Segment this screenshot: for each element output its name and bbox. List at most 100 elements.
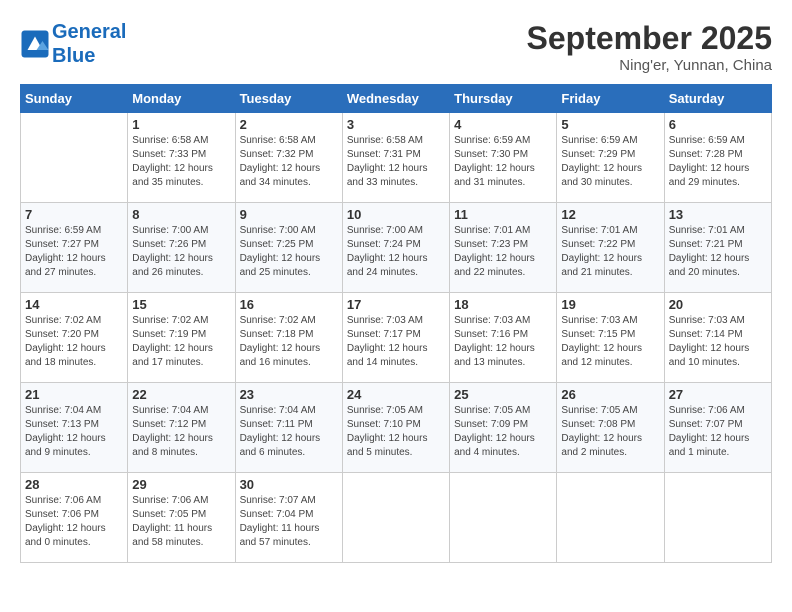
calendar-cell: 8 Sunrise: 7:00 AM Sunset: 7:26 PM Daylig… (128, 203, 235, 293)
location-subtitle: Ning'er, Yunnan, China (527, 57, 772, 74)
calendar-cell: 1Sunrise: 6:58 AM Sunset: 7:33 PM Daylig… (128, 113, 235, 203)
day-number: 10 (347, 207, 445, 222)
title-area: September 2025 Ning'er, Yunnan, China (527, 20, 772, 74)
day-number: 29 (132, 477, 230, 492)
calendar-cell: 19Sunrise: 7:03 AM Sunset: 7:15 PM Dayli… (557, 293, 664, 383)
day-number: 24 (347, 387, 445, 402)
calendar-cell: 30Sunrise: 7:07 AM Sunset: 7:04 PM Dayli… (235, 473, 342, 563)
calendar-cell: 14Sunrise: 7:02 AM Sunset: 7:20 PM Dayli… (21, 293, 128, 383)
calendar-week-5: 28 Sunrise: 7:06 AM Sunset: 7:06 PM Dayli… (21, 473, 772, 563)
calendar-cell: 28 Sunrise: 7:06 AM Sunset: 7:06 PM Dayli… (21, 473, 128, 563)
page-header: General Blue September 2025 Ning'er, Yun… (20, 20, 772, 74)
calendar-cell (450, 473, 557, 563)
day-info: Sunrise: 7:06 AM Sunset: 7:07 PM Dayligh… (669, 404, 767, 460)
calendar-cell: 17 Sunrise: 7:03 AM Sunset: 7:17 PM Dayli… (342, 293, 449, 383)
day-number: 14 (25, 297, 123, 312)
calendar-cell: 3 Sunrise: 6:58 AM Sunset: 7:31 PM Daylig… (342, 113, 449, 203)
day-number: 18 (454, 297, 552, 312)
day-info: Sunrise: 7:06 AM Sunset: 7:05 PM Dayligh… (132, 494, 230, 550)
logo-text: General Blue (52, 20, 126, 68)
calendar-cell: 13 Sunrise: 7:01 AM Sunset: 7:21 PM Dayli… (664, 203, 771, 293)
calendar-cell (557, 473, 664, 563)
calendar-week-2: 7 Sunrise: 6:59 AM Sunset: 7:27 PM Daylig… (21, 203, 772, 293)
calendar-cell: 12Sunrise: 7:01 AM Sunset: 7:22 PM Dayli… (557, 203, 664, 293)
day-info: Sunrise: 7:05 AM Sunset: 7:08 PM Dayligh… (561, 404, 659, 460)
calendar-cell: 26 Sunrise: 7:05 AM Sunset: 7:08 PM Dayli… (557, 383, 664, 473)
day-number: 21 (25, 387, 123, 402)
calendar-week-1: 1Sunrise: 6:58 AM Sunset: 7:33 PM Daylig… (21, 113, 772, 203)
logo-blue: Blue (52, 44, 126, 68)
day-number: 13 (669, 207, 767, 222)
day-number: 11 (454, 207, 552, 222)
day-info: Sunrise: 7:07 AM Sunset: 7:04 PM Dayligh… (240, 494, 338, 550)
day-number: 3 (347, 117, 445, 132)
day-number: 7 (25, 207, 123, 222)
calendar-cell: 20Sunrise: 7:03 AM Sunset: 7:14 PM Dayli… (664, 293, 771, 383)
day-number: 8 (132, 207, 230, 222)
day-number: 17 (347, 297, 445, 312)
calendar-cell (21, 113, 128, 203)
calendar-cell: 10Sunrise: 7:00 AM Sunset: 7:24 PM Dayli… (342, 203, 449, 293)
calendar-cell: 21 Sunrise: 7:04 AM Sunset: 7:13 PM Dayli… (21, 383, 128, 473)
day-info: Sunrise: 7:06 AM Sunset: 7:06 PM Dayligh… (25, 494, 123, 550)
day-info: Sunrise: 7:03 AM Sunset: 7:16 PM Dayligh… (454, 314, 552, 370)
calendar-week-4: 21 Sunrise: 7:04 AM Sunset: 7:13 PM Dayli… (21, 383, 772, 473)
calendar-cell: 25 Sunrise: 7:05 AM Sunset: 7:09 PM Dayli… (450, 383, 557, 473)
day-info: Sunrise: 6:58 AM Sunset: 7:32 PM Dayligh… (240, 134, 338, 190)
day-info: Sunrise: 6:59 AM Sunset: 7:28 PM Dayligh… (669, 134, 767, 190)
day-number: 27 (669, 387, 767, 402)
day-info: Sunrise: 7:00 AM Sunset: 7:26 PM Dayligh… (132, 224, 230, 280)
calendar-cell: 27 Sunrise: 7:06 AM Sunset: 7:07 PM Dayli… (664, 383, 771, 473)
calendar-cell: 2 Sunrise: 6:58 AM Sunset: 7:32 PM Daylig… (235, 113, 342, 203)
day-number: 4 (454, 117, 552, 132)
day-number: 25 (454, 387, 552, 402)
day-number: 5 (561, 117, 659, 132)
calendar-header-row: SundayMondayTuesdayWednesdayThursdayFrid… (21, 85, 772, 113)
day-info: Sunrise: 7:01 AM Sunset: 7:23 PM Dayligh… (454, 224, 552, 280)
day-number: 19 (561, 297, 659, 312)
day-info: Sunrise: 6:59 AM Sunset: 7:29 PM Dayligh… (561, 134, 659, 190)
calendar-cell: 6 Sunrise: 6:59 AM Sunset: 7:28 PM Daylig… (664, 113, 771, 203)
day-info: Sunrise: 7:05 AM Sunset: 7:10 PM Dayligh… (347, 404, 445, 460)
calendar-week-3: 14Sunrise: 7:02 AM Sunset: 7:20 PM Dayli… (21, 293, 772, 383)
logo: General Blue (20, 20, 126, 68)
calendar-cell: 16Sunrise: 7:02 AM Sunset: 7:18 PM Dayli… (235, 293, 342, 383)
calendar-cell: 29 Sunrise: 7:06 AM Sunset: 7:05 PM Dayli… (128, 473, 235, 563)
day-header-wednesday: Wednesday (342, 85, 449, 113)
day-number: 26 (561, 387, 659, 402)
day-header-friday: Friday (557, 85, 664, 113)
day-number: 28 (25, 477, 123, 492)
day-header-thursday: Thursday (450, 85, 557, 113)
calendar-cell: 7 Sunrise: 6:59 AM Sunset: 7:27 PM Daylig… (21, 203, 128, 293)
day-number: 15 (132, 297, 230, 312)
day-header-sunday: Sunday (21, 85, 128, 113)
day-info: Sunrise: 6:58 AM Sunset: 7:33 PM Dayligh… (132, 134, 230, 190)
calendar-cell: 9Sunrise: 7:00 AM Sunset: 7:25 PM Daylig… (235, 203, 342, 293)
day-info: Sunrise: 7:03 AM Sunset: 7:17 PM Dayligh… (347, 314, 445, 370)
calendar-cell: 22 Sunrise: 7:04 AM Sunset: 7:12 PM Dayli… (128, 383, 235, 473)
logo-icon (20, 29, 50, 59)
day-info: Sunrise: 7:04 AM Sunset: 7:13 PM Dayligh… (25, 404, 123, 460)
calendar-cell: 5 Sunrise: 6:59 AM Sunset: 7:29 PM Daylig… (557, 113, 664, 203)
day-number: 6 (669, 117, 767, 132)
calendar-cell: 24 Sunrise: 7:05 AM Sunset: 7:10 PM Dayli… (342, 383, 449, 473)
calendar-cell: 11 Sunrise: 7:01 AM Sunset: 7:23 PM Dayli… (450, 203, 557, 293)
day-info: Sunrise: 7:05 AM Sunset: 7:09 PM Dayligh… (454, 404, 552, 460)
day-header-saturday: Saturday (664, 85, 771, 113)
month-title: September 2025 (527, 20, 772, 57)
calendar-cell: 18 Sunrise: 7:03 AM Sunset: 7:16 PM Dayli… (450, 293, 557, 383)
day-number: 22 (132, 387, 230, 402)
day-info: Sunrise: 7:04 AM Sunset: 7:11 PM Dayligh… (240, 404, 338, 460)
day-info: Sunrise: 7:04 AM Sunset: 7:12 PM Dayligh… (132, 404, 230, 460)
calendar-cell: 4Sunrise: 6:59 AM Sunset: 7:30 PM Daylig… (450, 113, 557, 203)
day-number: 23 (240, 387, 338, 402)
day-number: 20 (669, 297, 767, 312)
day-info: Sunrise: 7:02 AM Sunset: 7:18 PM Dayligh… (240, 314, 338, 370)
day-header-monday: Monday (128, 85, 235, 113)
day-info: Sunrise: 7:00 AM Sunset: 7:25 PM Dayligh… (240, 224, 338, 280)
calendar-cell: 15Sunrise: 7:02 AM Sunset: 7:19 PM Dayli… (128, 293, 235, 383)
day-info: Sunrise: 7:01 AM Sunset: 7:21 PM Dayligh… (669, 224, 767, 280)
day-number: 2 (240, 117, 338, 132)
day-info: Sunrise: 6:58 AM Sunset: 7:31 PM Dayligh… (347, 134, 445, 190)
day-info: Sunrise: 6:59 AM Sunset: 7:27 PM Dayligh… (25, 224, 123, 280)
